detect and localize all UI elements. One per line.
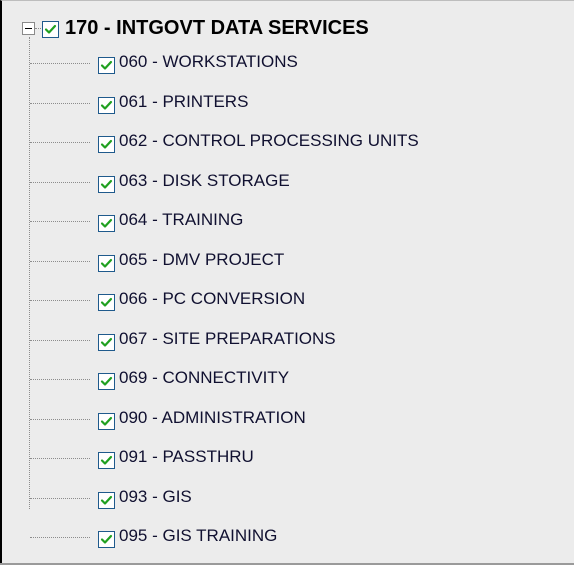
tree-connector-line [30,221,90,222]
root-node-label[interactable]: 170 - INTGOVT DATA SERVICES [65,17,369,40]
checkmark-icon [100,495,113,505]
tree-item[interactable]: 095 - GIS TRAINING [2,526,574,550]
checkmark-icon [100,337,113,347]
tree-item-checkbox[interactable] [98,57,115,74]
tree-item-label[interactable]: 063 - DISK STORAGE [119,171,290,191]
tree-item-label[interactable]: 069 - CONNECTIVITY [119,368,289,388]
tree-connector-line [30,300,90,301]
tree-item-label[interactable]: 060 - WORKSTATIONS [119,52,298,72]
tree-item[interactable]: 065 - DMV PROJECT [2,250,574,274]
checkmark-icon [100,139,113,149]
checkmark-icon [100,100,113,110]
checkmark-icon [100,218,113,228]
tree-item-label[interactable]: 095 - GIS TRAINING [119,526,277,546]
tree-item[interactable]: 067 - SITE PREPARATIONS [2,329,574,353]
tree-item-label[interactable]: 093 - GIS [119,487,192,507]
checkmark-icon [100,376,113,386]
tree-item[interactable]: 061 - PRINTERS [2,92,574,116]
checkmark-icon [100,179,113,189]
tree-item-label[interactable]: 066 - PC CONVERSION [119,289,305,309]
tree-item-checkbox[interactable] [98,215,115,232]
tree-item[interactable]: 064 - TRAINING [2,210,574,234]
checkmark-icon [100,258,113,268]
tree-item-checkbox[interactable] [98,136,115,153]
tree-item[interactable]: 063 - DISK STORAGE [2,171,574,195]
tree-connector-line [30,340,90,341]
tree-item-label[interactable]: 067 - SITE PREPARATIONS [119,329,336,349]
tree-item-checkbox[interactable] [98,255,115,272]
tree-connector-line [30,63,90,64]
tree-item-label[interactable]: 090 - ADMINISTRATION [119,408,306,428]
tree-item-label[interactable]: 061 - PRINTERS [119,92,248,112]
checkmark-icon [100,297,113,307]
tree-item-checkbox[interactable] [98,413,115,430]
tree-item-checkbox[interactable] [98,492,115,509]
tree-item-checkbox[interactable] [98,97,115,114]
tree-connector-line [30,498,90,499]
tree-connector-line [30,379,90,380]
tree-item-label[interactable]: 062 - CONTROL PROCESSING UNITS [119,131,419,151]
tree-item[interactable]: 069 - CONNECTIVITY [2,368,574,392]
checkmark-icon [100,534,113,544]
tree-item-checkbox[interactable] [98,452,115,469]
checkmark-icon [100,416,113,426]
tree-panel: 170 - INTGOVT DATA SERVICES 060 - WORKST… [0,0,574,564]
tree-item-label[interactable]: 064 - TRAINING [119,210,243,230]
tree-item[interactable]: 093 - GIS [2,487,574,511]
tree-connector-line [30,537,90,538]
tree-item-checkbox[interactable] [98,373,115,390]
checkmark-icon [44,24,57,34]
tree-item-checkbox[interactable] [98,334,115,351]
tree-connector-line [30,419,90,420]
tree-item[interactable]: 090 - ADMINISTRATION [2,408,574,432]
tree-connector-line [30,142,90,143]
tree-connector-line [30,182,90,183]
root-checkbox[interactable] [42,21,59,38]
tree-item[interactable]: 062 - CONTROL PROCESSING UNITS [2,131,574,155]
tree-item-label[interactable]: 091 - PASSTHRU [119,447,254,467]
checkmark-icon [100,60,113,70]
tree-connector-line [30,261,90,262]
tree-item-checkbox[interactable] [98,176,115,193]
tree-connector-line [35,28,41,29]
tree-item[interactable]: 066 - PC CONVERSION [2,289,574,313]
tree-item-label[interactable]: 065 - DMV PROJECT [119,250,284,270]
collapse-icon[interactable] [22,22,35,35]
tree-item-checkbox[interactable] [98,531,115,548]
tree-item[interactable]: 091 - PASSTHRU [2,447,574,471]
tree-item[interactable]: 060 - WORKSTATIONS [2,52,574,76]
tree-item-checkbox[interactable] [98,294,115,311]
checkmark-icon [100,455,113,465]
tree-connector-line [30,103,90,104]
tree-connector-line [30,458,90,459]
